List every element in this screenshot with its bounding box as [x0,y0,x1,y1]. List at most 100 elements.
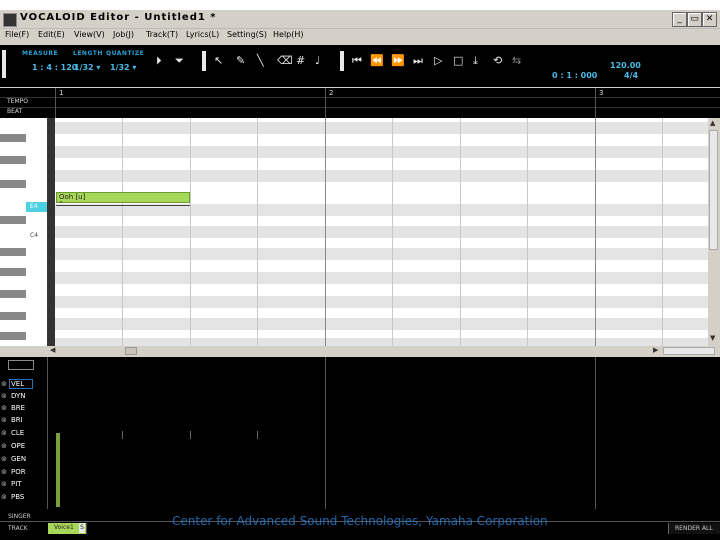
keyboard-edge [47,118,55,346]
eye-icon[interactable]: ⊚ [1,480,8,488]
sync-icon[interactable]: ⇆ [512,55,521,67]
control-track-area[interactable]: ⊚ VEL ⊚ DYN ⊚ BRE ⊚ BRI ⊚ CLE ⊚ OPE ⊚ GEN ⊚ POR … [0,357,720,509]
piano-roll[interactable]: E4 C4 Ooh [u] ⌃ [0,118,708,346]
end-marker-icon[interactable]: ⏷ [175,55,184,67]
control-bre[interactable]: ⊚ BRE [1,403,33,415]
track-tab-voice1[interactable]: Voice1 S [48,523,86,534]
start-marker-icon[interactable]: ⏵ [156,55,162,67]
track-name: Voice1 [54,524,74,531]
control-pit[interactable]: ⊚ PIT [1,479,33,491]
stop-icon[interactable]: □ [453,55,463,67]
menu-view[interactable]: View(V) [74,30,105,39]
scroll-thumb[interactable] [709,130,718,250]
menu-setting[interactable]: Setting(S) [227,30,267,39]
menu-lyrics[interactable]: Lyrics(L) [186,30,219,39]
eye-icon[interactable]: ⊚ [1,455,8,463]
quantize-select[interactable]: 1/32 ▾ [110,63,136,72]
black-key[interactable] [0,332,26,340]
scroll-left-icon[interactable]: ◀ [50,346,55,354]
pitch-curve-icon: ⌃ [58,200,64,208]
maximize-button[interactable]: ▭ [687,12,702,27]
ruler-divider [0,97,720,98]
go-start-icon[interactable]: ⏮ [352,55,362,67]
lane-shade [55,338,708,346]
control-divider [47,357,48,509]
ruler[interactable]: TEMPO BEAT 1 2 3 [0,88,720,118]
note-event[interactable]: Ooh [u] [56,192,190,203]
horizontal-scrollbar[interactable]: ◀ ▶ [47,346,720,356]
velocity-bar[interactable] [56,433,60,507]
black-key[interactable] [0,134,26,142]
scroll-right-icon[interactable]: ▶ [653,346,658,354]
eye-icon[interactable]: ⊚ [1,416,8,424]
eye-icon[interactable]: ⊚ [1,392,8,400]
line-tool-icon[interactable]: ╲ [257,55,264,67]
minimize-button[interactable]: _ [672,12,687,27]
lane-shade [55,248,708,260]
measure-line [325,357,326,509]
lane-shade [55,226,708,238]
lane-shade [55,170,708,182]
menu-edit[interactable]: Edit(E) [38,30,65,39]
loop-icon[interactable]: ⟲ [493,55,502,67]
beat-line [527,118,528,346]
control-dyn[interactable]: ⊚ DYN [1,391,33,403]
play-icon[interactable]: ▷ [434,55,442,67]
eye-icon[interactable]: ⊚ [1,468,8,476]
time-display: 0 : 1 : 000 [552,71,598,80]
menu-job[interactable]: Job(J) [113,30,134,39]
black-key[interactable] [0,248,26,256]
follow-icon[interactable]: ⤓ [473,55,478,67]
control-selector-box[interactable] [8,360,34,370]
black-key[interactable] [0,156,26,164]
key-label: E4 [30,203,38,210]
fast-forward-icon[interactable]: ⏩ [391,55,405,67]
go-end-icon[interactable]: ⏭ [413,55,423,67]
piano-keyboard[interactable]: E4 C4 [0,118,55,346]
beat-line [392,118,393,346]
pencil-tool-icon[interactable]: ✎ [236,55,245,67]
measure-line [325,118,326,346]
render-all-button[interactable]: RENDER ALL [668,523,720,534]
menu-track[interactable]: Track(T) [146,30,178,39]
control-gen[interactable]: ⊚ GEN [1,454,33,466]
control-bri[interactable]: ⊚ BRI [1,415,33,427]
rewind-icon[interactable]: ⏪ [370,55,384,67]
control-vel[interactable]: ⊚ VEL [1,379,33,391]
eye-icon[interactable]: ⊚ [1,380,8,388]
arrow-tool-icon[interactable]: ↖ [214,55,223,67]
zoom-slider[interactable] [663,347,715,355]
grid-icon[interactable]: # [296,55,305,67]
black-key[interactable] [0,290,26,298]
eye-icon[interactable]: ⊚ [1,442,8,450]
beat-tick [122,431,123,439]
lane-shade [55,318,708,330]
track-label: TRACK [8,525,28,532]
eraser-tool-icon[interactable]: ⌫ [277,55,293,67]
black-key[interactable] [0,216,26,224]
black-key[interactable] [0,180,26,188]
measure-number: 1 [59,89,64,97]
eye-icon[interactable]: ⊚ [1,404,8,412]
black-key[interactable] [0,312,26,320]
close-button[interactable]: ✕ [702,12,717,27]
scroll-up-icon[interactable]: ▲ [710,119,715,127]
menu-file[interactable]: File(F) [5,30,29,39]
eye-icon[interactable]: ⊚ [1,429,8,437]
eye-icon[interactable]: ⊚ [1,493,8,501]
note-icon[interactable]: ♩ [315,55,320,67]
black-key[interactable] [0,268,26,276]
menu-help[interactable]: Help(H) [273,30,304,39]
measure-value: 1 : 4 : 120 [32,63,78,72]
scroll-down-icon[interactable]: ▼ [710,334,715,342]
ruler-divider [0,107,720,108]
tempo-display: 120.00 [610,61,641,70]
vertical-scrollbar[interactable]: ▲ ▼ [708,118,720,346]
control-pbs[interactable]: ⊚ PBS [1,492,33,504]
beat-tick [257,431,258,439]
control-cle[interactable]: ⊚ CLE [1,428,33,440]
length-select[interactable]: 1/32 ▾ [74,63,100,72]
control-ope[interactable]: ⊚ OPE [1,441,33,453]
hscroll-thumb[interactable] [125,347,137,355]
control-por[interactable]: ⊚ POR [1,467,33,479]
